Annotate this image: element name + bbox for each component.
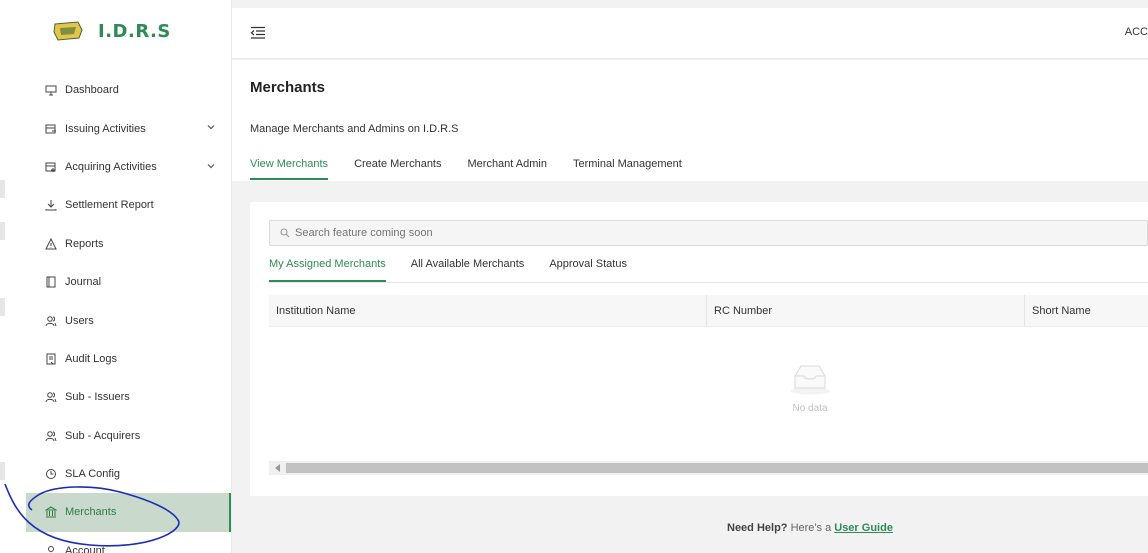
help-footer: Need Help? Here's a User Guide [727, 522, 893, 534]
background-window-edge [0, 0, 26, 553]
empty-inbox-icon [790, 365, 830, 395]
edge-mark [0, 180, 5, 198]
sidebar-nav: Dashboard Issuing Activities Acquiring A… [26, 71, 231, 553]
sidebar-item-label: Merchants [65, 506, 117, 519]
sidebar-item-label: Users [65, 314, 94, 327]
tab-terminal-management[interactable]: Terminal Management [573, 158, 682, 180]
sidebar-item-sla-config[interactable]: SLA Config [26, 455, 231, 493]
users-icon [45, 430, 57, 442]
sidebar-item-acquiring-activities[interactable]: Acquiring Activities [26, 148, 231, 186]
sidebar-item-account[interactable]: Account [26, 532, 231, 553]
scroll-left-icon[interactable] [275, 464, 280, 472]
sidebar-item-label: Issuing Activities [65, 122, 146, 135]
users-icon [45, 315, 57, 327]
subtab-approval-status[interactable]: Approval Status [549, 258, 627, 282]
edge-mark [0, 462, 5, 480]
sidebar-item-merchants[interactable]: Merchants [26, 493, 231, 533]
search-input[interactable] [295, 227, 895, 239]
users-icon [45, 391, 57, 403]
column-institution-name[interactable]: Institution Name [269, 295, 706, 327]
merchant-subtabs: My Assigned Merchants All Available Merc… [269, 258, 1148, 283]
page-title: Merchants [250, 79, 326, 96]
download-icon [45, 199, 57, 211]
subtab-all-available-merchants[interactable]: All Available Merchants [411, 258, 525, 282]
edge-mark [0, 222, 5, 240]
sidebar-item-label: Audit Logs [65, 352, 117, 365]
scrollbar-thumb[interactable] [286, 463, 1148, 473]
chevron-down-icon[interactable] [205, 121, 217, 133]
user-icon [45, 545, 57, 553]
tab-create-merchants[interactable]: Create Merchants [354, 158, 441, 180]
presentation-icon [45, 84, 57, 96]
bank-icon [45, 506, 57, 518]
card-issue-icon [45, 123, 57, 135]
sidebar-item-users[interactable]: Users [26, 301, 231, 339]
user-guide-link[interactable]: User Guide [834, 522, 893, 534]
clock-icon [45, 468, 57, 480]
menu-collapse-icon[interactable] [250, 26, 266, 40]
column-short-name[interactable]: Short Name [1024, 295, 1148, 327]
sidebar-item-journal[interactable]: Journal [26, 263, 231, 301]
nibss-logo-icon [53, 21, 83, 41]
sidebar-item-label: Sub - Issuers [65, 391, 130, 404]
sidebar-item-sub-issuers[interactable]: Sub - Issuers [26, 378, 231, 416]
account-menu[interactable]: ACC [1125, 26, 1148, 38]
help-prefix: Need Help? [727, 522, 788, 534]
brand[interactable]: I.D.R.S [52, 18, 171, 44]
sidebar-item-label: Acquiring Activities [65, 160, 157, 173]
table-header: Institution Name RC Number Short Name [269, 295, 1148, 327]
sidebar-item-label: Account [65, 544, 105, 553]
brand-name: I.D.R.S [98, 20, 171, 42]
empty-state-text: No data [792, 403, 828, 414]
tab-view-merchants[interactable]: View Merchants [250, 158, 329, 180]
column-rc-number[interactable]: RC Number [706, 295, 1024, 327]
book-icon [45, 276, 57, 288]
sidebar-item-reports[interactable]: Reports [26, 225, 231, 263]
sidebar-item-label: Settlement Report [65, 199, 154, 212]
sidebar: I.D.R.S Dashboard Issuing Activities Acq… [26, 0, 232, 553]
sidebar-item-label: Reports [65, 237, 104, 250]
sidebar-item-sub-acquirers[interactable]: Sub - Acquirers [26, 417, 231, 455]
sidebar-item-issuing-activities[interactable]: Issuing Activities [26, 109, 231, 147]
sidebar-item-label: Dashboard [65, 84, 119, 97]
sidebar-item-label: Sub - Acquirers [65, 429, 141, 442]
audit-icon [45, 353, 57, 365]
horizontal-scrollbar[interactable] [269, 461, 1148, 475]
search-icon [280, 228, 290, 238]
sidebar-item-settlement-report[interactable]: Settlement Report [26, 186, 231, 224]
edge-mark [0, 298, 5, 316]
page-header: Merchants Manage Merchants and Admins on… [232, 60, 1148, 181]
warning-icon [45, 237, 57, 250]
topbar: ACC [232, 8, 1148, 59]
card-acquire-icon [45, 161, 57, 173]
page-subtitle: Manage Merchants and Admins on I.D.R.S [250, 123, 459, 135]
sidebar-item-dashboard[interactable]: Dashboard [26, 71, 231, 109]
help-middle: Here's a [787, 522, 835, 534]
empty-state: No data [760, 362, 860, 414]
sidebar-item-audit-logs[interactable]: Audit Logs [26, 340, 231, 378]
sidebar-item-label: Journal [65, 276, 102, 289]
sidebar-item-label: SLA Config [65, 468, 121, 481]
search-bar[interactable] [269, 220, 1148, 246]
subtab-my-assigned-merchants[interactable]: My Assigned Merchants [269, 258, 386, 282]
page-tabs: View Merchants Create Merchants Merchant… [250, 158, 708, 180]
chevron-down-icon[interactable] [205, 160, 217, 172]
tab-merchant-admin[interactable]: Merchant Admin [468, 158, 547, 180]
merchants-card: My Assigned Merchants All Available Merc… [250, 202, 1148, 496]
